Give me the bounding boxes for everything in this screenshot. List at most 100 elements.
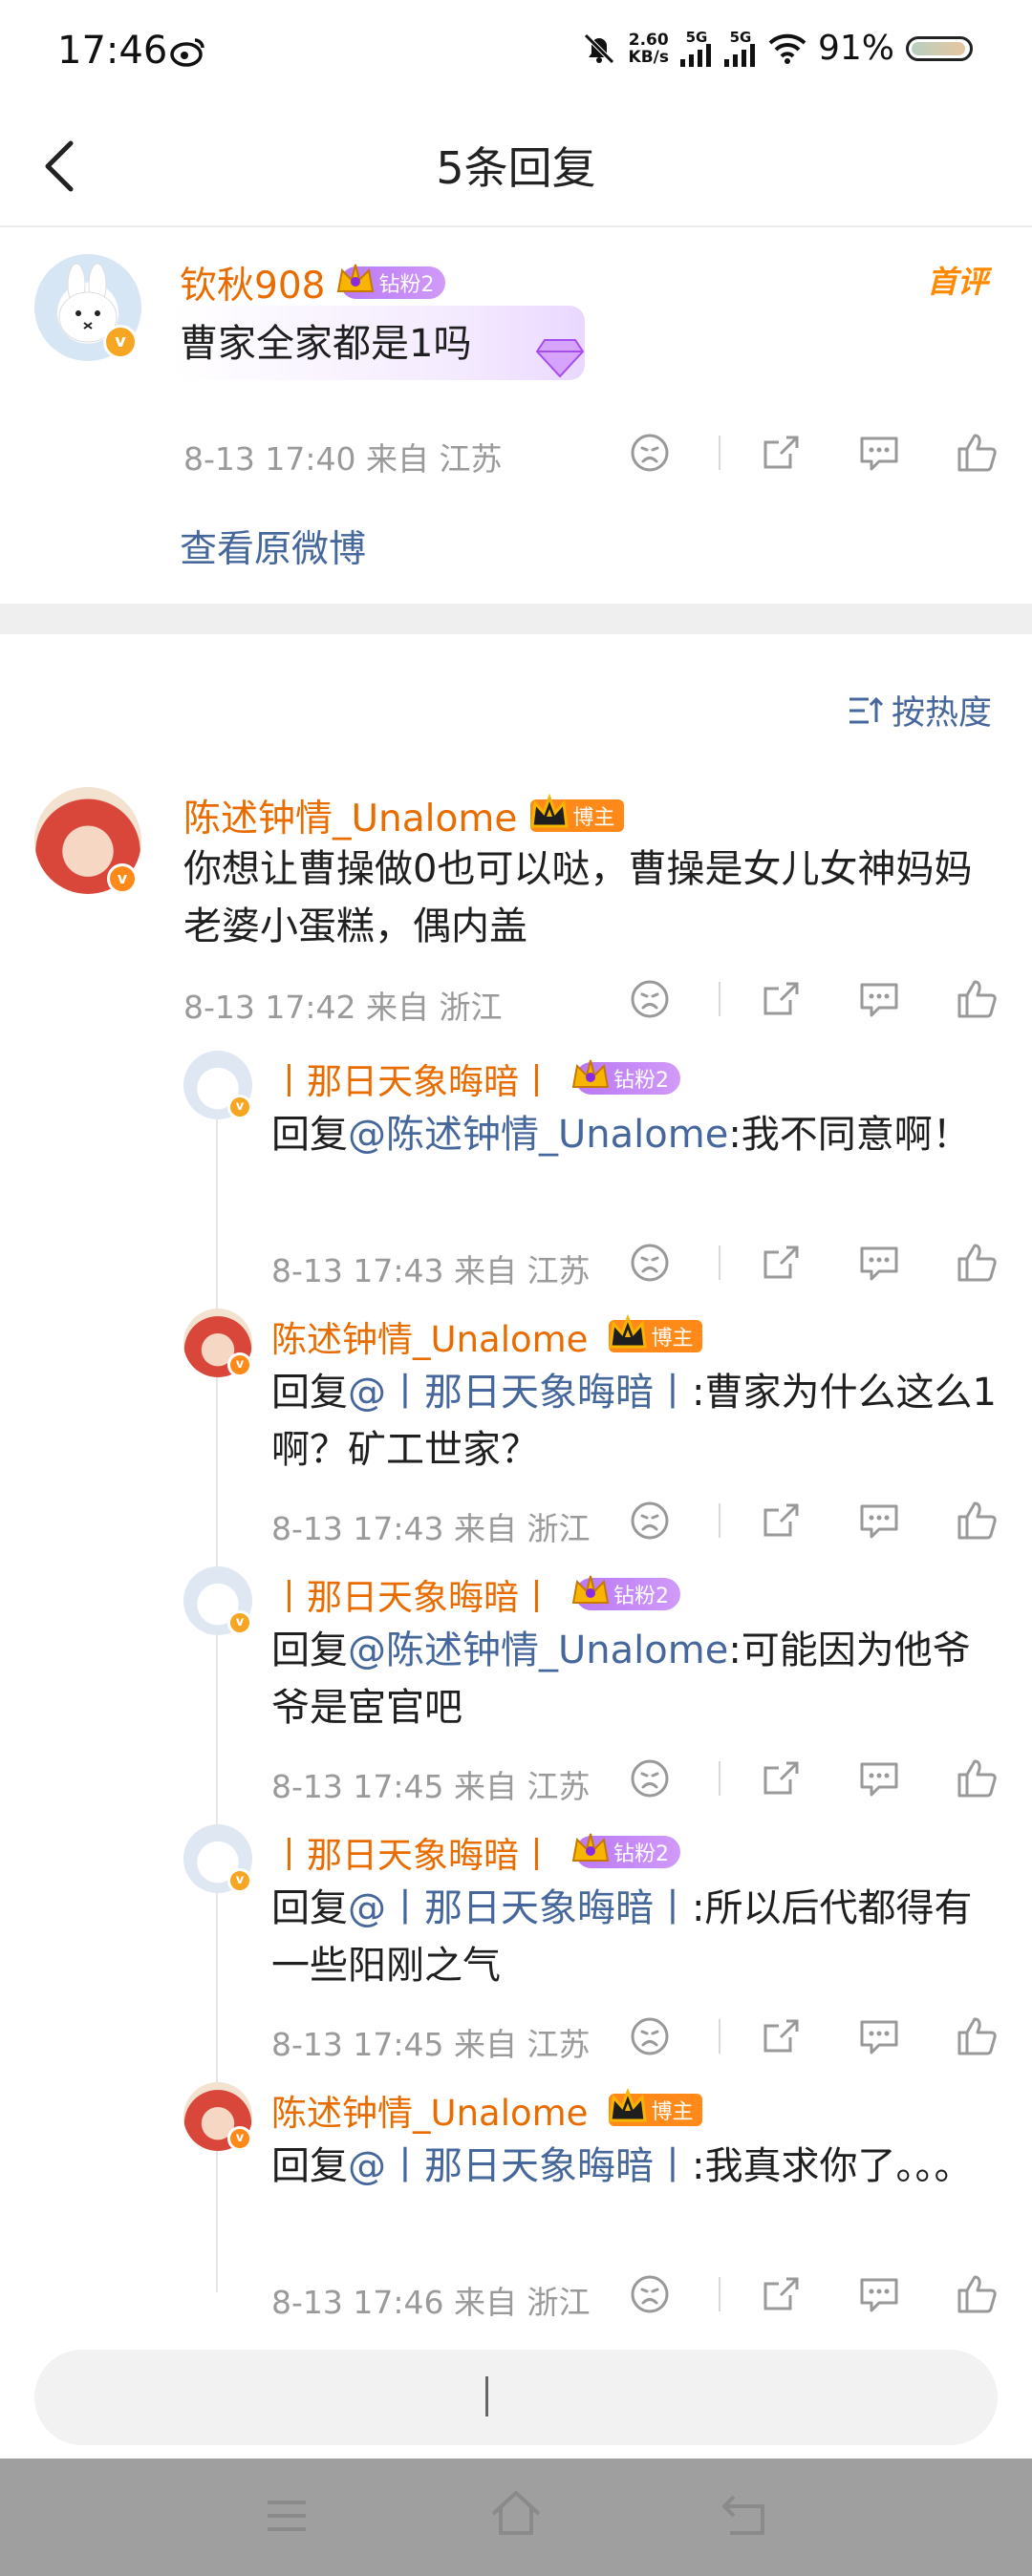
verified-badge-icon: v	[103, 325, 138, 359]
signal-1: 5G	[679, 28, 713, 67]
section-gap	[0, 604, 1032, 634]
comment-icon[interactable]	[856, 430, 902, 476]
share-icon[interactable]	[759, 1498, 805, 1543]
reply-text: 回复@丨那日天象晦暗丨:所以后代都得有一些阳刚之气	[271, 1880, 998, 1994]
dislike-icon[interactable]	[627, 1498, 673, 1543]
fan-badge[interactable]: 钻粉2	[337, 264, 446, 299]
reply-text: 回复@丨那日天象晦暗丨:我真求你了。。。	[271, 2138, 998, 2195]
reply-prefix: 回复	[271, 1886, 348, 1930]
fan-badge[interactable]: 钻粉2	[571, 1059, 680, 1095]
action-icons	[627, 2271, 1000, 2317]
blogger-badge-label: 博主	[651, 2100, 694, 2124]
reply-user-row: 丨那日天象晦暗丨 钻粉2	[271, 1053, 680, 1104]
reply-prefix: 回复	[271, 1371, 348, 1415]
username[interactable]: 陈述钟情_Unalome	[183, 789, 517, 842]
dislike-icon[interactable]	[627, 1756, 673, 1801]
blogger-badge[interactable]: 博主	[609, 2088, 703, 2126]
blogger-badge-label: 博主	[572, 806, 615, 830]
home-icon[interactable]	[489, 2489, 543, 2539]
action-icons	[627, 976, 1000, 1022]
fan-badge-label: 钻粉2	[613, 1842, 669, 1866]
dislike-icon[interactable]	[627, 2013, 673, 2059]
dislike-icon[interactable]	[627, 2271, 673, 2317]
sort-toggle[interactable]: 按热度	[848, 686, 992, 734]
network-speed: 2.60 KB/s	[629, 32, 669, 66]
fan-badge-label: 钻粉2	[613, 1069, 669, 1093]
share-icon[interactable]	[759, 2013, 805, 2059]
share-icon[interactable]	[759, 430, 805, 476]
first-comment-tag: 首评	[926, 264, 988, 300]
blogger-badge[interactable]: 博主	[609, 1314, 703, 1352]
fan-badge[interactable]: 钻粉2	[571, 1575, 680, 1610]
reply-meta: 8-13 17:45 来自 江苏	[271, 2026, 591, 2063]
divider	[719, 982, 720, 1016]
reply-meta: 8-13 17:45 来自 江苏	[271, 1768, 591, 1805]
status-bar: 17:46 2.60 KB/s 5G 5G 91%	[0, 0, 1032, 105]
username[interactable]: 陈述钟情_Unalome	[271, 1310, 588, 1362]
comment-icon[interactable]	[856, 1498, 902, 1543]
system-nav-bar	[0, 2459, 1032, 2576]
battery-icon	[906, 35, 973, 61]
view-original-link[interactable]: 查看原微博	[180, 520, 366, 573]
mention-link[interactable]: @陈述钟情_Unalome	[348, 1629, 728, 1672]
nav-header: 5条回复	[0, 105, 1032, 227]
comment-icon[interactable]	[856, 976, 902, 1022]
mention-link[interactable]: @丨那日天象晦暗丨	[348, 1886, 692, 1930]
fan-badge[interactable]: 钻粉2	[571, 1833, 680, 1868]
action-icons	[627, 1498, 1000, 1543]
username[interactable]: 钦秋908	[180, 256, 325, 309]
verified-badge-icon: v	[227, 1610, 252, 1635]
divider	[719, 1761, 720, 1796]
share-icon[interactable]	[759, 976, 805, 1022]
comment-input[interactable]	[34, 2350, 998, 2445]
verified-badge-icon: v	[227, 1352, 252, 1377]
diamond-icon	[535, 339, 585, 378]
like-icon[interactable]	[954, 1240, 1000, 1286]
username[interactable]: 陈述钟情_Unalome	[271, 2084, 588, 2136]
root-user-row: 钦秋908 钻粉2	[180, 256, 446, 309]
crown-icon	[609, 1314, 648, 1349]
back-nav-icon[interactable]	[720, 2493, 770, 2537]
crown-icon	[530, 794, 570, 828]
like-icon[interactable]	[954, 2013, 1000, 2059]
comment-text: 你想让曹操做0也可以哒，曹操是女儿女神妈妈老婆小蛋糕，偶内盖	[183, 847, 973, 948]
like-icon[interactable]	[954, 430, 1000, 476]
mention-link[interactable]: @陈述钟情_Unalome	[348, 1113, 728, 1157]
signal-2: 5G	[723, 30, 757, 67]
signal-bars-icon	[679, 43, 711, 67]
comment-icon[interactable]	[856, 2013, 902, 2059]
share-icon[interactable]	[759, 2271, 805, 2317]
reply-user-row: 丨那日天象晦暗丨 钻粉2	[271, 1568, 680, 1620]
dislike-icon[interactable]	[627, 1240, 673, 1286]
comment-icon[interactable]	[856, 1756, 902, 1801]
username[interactable]: 丨那日天象晦暗丨	[271, 1826, 554, 1878]
divider	[719, 436, 720, 470]
like-icon[interactable]	[954, 976, 1000, 1022]
comment-icon[interactable]	[856, 1240, 902, 1286]
mention-link[interactable]: @丨那日天象晦暗丨	[348, 1371, 692, 1415]
text-caret	[485, 2376, 488, 2416]
dislike-icon[interactable]	[627, 976, 673, 1022]
verified-badge-icon: v	[227, 1868, 252, 1893]
like-icon[interactable]	[954, 1756, 1000, 1801]
like-icon[interactable]	[954, 2271, 1000, 2317]
reply-user-row: 丨那日天象晦暗丨 钻粉2	[271, 1826, 680, 1878]
mention-link[interactable]: @丨那日天象晦暗丨	[348, 2144, 692, 2188]
share-icon[interactable]	[759, 1756, 805, 1801]
menu-icon[interactable]	[264, 2497, 310, 2535]
crown-icon	[571, 1833, 610, 1862]
blogger-badge-label: 博主	[651, 1327, 694, 1351]
comment-icon[interactable]	[856, 2271, 902, 2317]
reply-prefix: 回复	[271, 1113, 348, 1157]
net1-label: 5G	[685, 28, 708, 46]
crown-icon	[609, 2088, 648, 2122]
username[interactable]: 丨那日天象晦暗丨	[271, 1568, 554, 1620]
reply-prefix: 回复	[271, 1629, 348, 1672]
like-icon[interactable]	[954, 1498, 1000, 1543]
blogger-badge[interactable]: 博主	[530, 794, 625, 832]
share-icon[interactable]	[759, 1240, 805, 1286]
username[interactable]: 丨那日天象晦暗丨	[271, 1053, 554, 1104]
fan-badge-label: 钻粉2	[378, 273, 435, 297]
page-title: 5条回复	[436, 142, 596, 194]
dislike-icon[interactable]	[627, 430, 673, 476]
